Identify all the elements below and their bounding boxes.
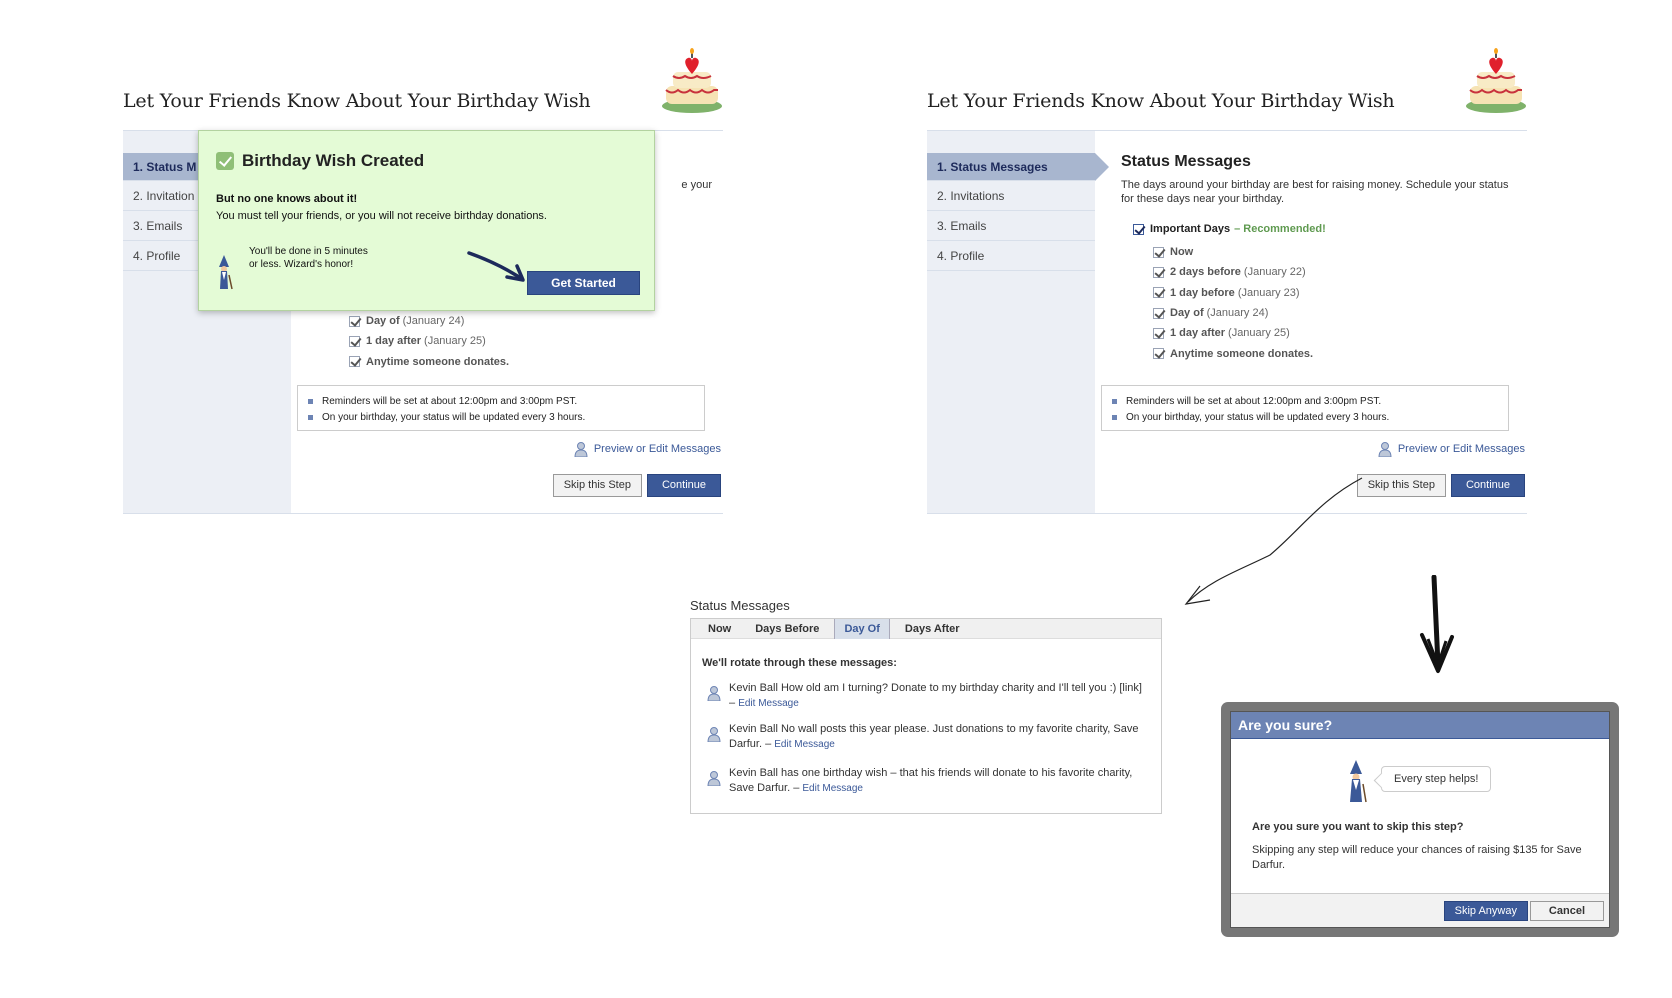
edit-message-link[interactable]: Edit Message (802, 783, 863, 794)
info-box: Reminders will be set at about 12:00pm a… (297, 385, 705, 431)
step-label: 1. Status M (133, 160, 197, 174)
message-tabs: Now Days Before Day Of Days After (691, 619, 1161, 639)
steps-sidebar: 1. Status Messages 2. Invitations 3. Ema… (927, 131, 1109, 513)
wizard-icon (219, 255, 233, 290)
birthday-wish-panel-left: Let Your Friends Know About Your Birthda… (123, 40, 723, 514)
birthday-text: On your birthday, your status will be up… (1126, 411, 1390, 423)
sidebar-step-status[interactable]: 1. Status Messages (927, 153, 1109, 181)
checkbox-2-days-before[interactable]: 2 days before (January 22) (1151, 262, 1326, 282)
tab-days-before[interactable]: Days Before (746, 619, 828, 639)
checkbox-day-of[interactable]: Day of (January 24) (1151, 303, 1326, 323)
rotation-intro: We'll rotate through these messages: (702, 657, 897, 669)
continue-button[interactable]: Continue (646, 474, 721, 497)
tab-day-of[interactable]: Day Of (834, 619, 890, 639)
get-started-button[interactable]: Get Started (527, 271, 640, 295)
checkbox-1-day-after[interactable]: 1 day after (January 25) (347, 331, 509, 351)
continue-button[interactable]: Continue (1450, 474, 1525, 497)
sidebar-step-profile[interactable]: 4. Profile (927, 241, 1095, 271)
confirm-skip-dialog: Are you sure? Every step helps! Are you … (1221, 702, 1619, 937)
reminder-text: Reminders will be set at about 12:00pm a… (1126, 395, 1382, 407)
message-text: Kevin Ball has one birthday wish – that … (729, 767, 1133, 794)
status-messages-panel: Status Messages Now Days Before Day Of D… (690, 598, 1162, 828)
info-box: Reminders will be set at about 12:00pm a… (1101, 385, 1509, 431)
birthday-text: On your birthday, your status will be up… (322, 411, 586, 423)
edit-message-link[interactable]: Edit Message (774, 739, 835, 750)
section-title: Status Messages (1121, 153, 1251, 170)
person-icon (707, 771, 721, 786)
arrow-icon (467, 251, 525, 282)
checkbox-important-days[interactable]: Important Days – Recommended! (1133, 219, 1326, 239)
dialog-question: Are you sure you want to skip this step? (1252, 821, 1464, 833)
checkbox-list: Day of (January 24) 1 day after (January 2… (347, 311, 509, 372)
popup-text: You must tell your friends, or you will … (216, 210, 547, 222)
birthday-created-popup: Birthday Wish Created But no one knows a… (198, 130, 655, 311)
checkbox-list: Important Days – Recommended! Now 2 days … (1133, 219, 1326, 364)
wizard-icon (1350, 760, 1367, 803)
dialog-footer: Skip Anyway Cancel (1231, 893, 1609, 927)
skip-anyway-button[interactable]: Skip Anyway (1443, 901, 1528, 921)
tab-now[interactable]: Now (699, 619, 740, 639)
preview-messages-link[interactable]: Preview or Edit Messages (1378, 441, 1525, 457)
status-messages-title: Status Messages (690, 598, 790, 613)
dialog-body: Are you sure? Every step helps! Are you … (1230, 711, 1610, 928)
checkbox-anytime[interactable]: Anytime someone donates. (1151, 343, 1326, 363)
checkbox-day-of[interactable]: Day of (January 24) (347, 311, 509, 331)
list-item: Kevin Ball No wall posts this year pleas… (707, 722, 1147, 752)
page-title: Let Your Friends Know About Your Birthda… (123, 90, 591, 112)
cancel-button[interactable]: Cancel (1529, 901, 1604, 921)
person-icon (707, 686, 721, 701)
skip-step-button[interactable]: Skip this Step (1356, 474, 1446, 497)
dialog-title: Are you sure? (1231, 712, 1609, 739)
arrow-icon (1184, 477, 1363, 605)
checkbox-1-day-before[interactable]: 1 day before (January 23) (1151, 283, 1326, 303)
checkbox-now[interactable]: Now (1151, 242, 1326, 262)
status-messages-box: Now Days Before Day Of Days After We'll … (690, 618, 1162, 814)
cake-icon (662, 48, 722, 113)
action-buttons: Skip this Step Continue (552, 474, 721, 497)
preview-messages-link[interactable]: Preview or Edit Messages (574, 441, 721, 457)
popup-title: Birthday Wish Created (216, 151, 424, 171)
person-icon (574, 442, 588, 457)
sidebar-step-invitations[interactable]: 2. Invitations (927, 181, 1095, 211)
step-content: Status Messages The days around your bir… (1101, 131, 1527, 513)
birthday-wish-panel-right: Let Your Friends Know About Your Birthda… (927, 40, 1527, 514)
wizard-note: You'll be done in 5 minutes or less. Wiz… (249, 246, 368, 270)
list-item: Kevin Ball How old am I turning? Donate … (707, 681, 1147, 711)
wizard-body: 1. Status Messages 2. Invitations 3. Ema… (927, 130, 1527, 514)
reminder-text: Reminders will be set at about 12:00pm a… (322, 395, 578, 407)
speech-bubble: Every step helps! (1381, 766, 1492, 792)
recommended-label: – Recommended! (1234, 223, 1326, 235)
dialog-text: Skipping any step will reduce your chanc… (1252, 844, 1582, 871)
arrow-icon (1420, 575, 1454, 673)
tab-days-after[interactable]: Days After (896, 619, 969, 639)
checkbox-anytime[interactable]: Anytime someone donates. (347, 352, 509, 372)
cake-icon (1466, 48, 1526, 113)
person-icon (1378, 442, 1392, 457)
check-icon (216, 152, 234, 170)
section-description: The days around your birthday are best f… (1121, 179, 1509, 205)
step-label: 1. Status Messages (937, 160, 1048, 174)
page-title: Let Your Friends Know About Your Birthda… (927, 90, 1395, 112)
action-buttons: Skip this Step Continue (1356, 474, 1525, 497)
edit-message-link[interactable]: Edit Message (738, 698, 799, 709)
list-item: Kevin Ball has one birthday wish – that … (707, 766, 1147, 796)
sidebar-step-emails[interactable]: 3. Emails (927, 211, 1095, 241)
checkbox-1-day-after[interactable]: 1 day after (January 25) (1151, 323, 1326, 343)
person-icon (707, 727, 721, 742)
skip-step-button[interactable]: Skip this Step (552, 474, 642, 497)
popup-heading: But no one knows about it! (216, 193, 358, 205)
